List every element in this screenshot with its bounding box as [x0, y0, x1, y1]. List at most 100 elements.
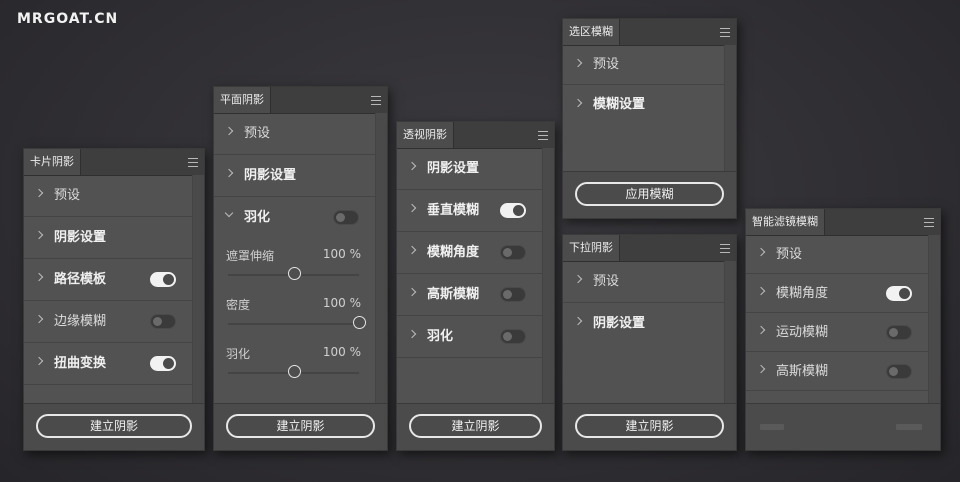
- panel-header: 平面阴影: [214, 87, 387, 114]
- panel-tab[interactable]: 下拉阴影: [563, 235, 620, 261]
- row-shadow-settings[interactable]: 阴影设置: [24, 217, 192, 259]
- row-preset[interactable]: 预设: [24, 175, 192, 217]
- create-shadow-button[interactable]: 建立阴影: [409, 414, 542, 438]
- row-feather[interactable]: 羽化: [397, 316, 542, 358]
- toggle-switch[interactable]: [500, 245, 526, 260]
- chevron-right-icon: [34, 230, 44, 240]
- row-shadow-settings[interactable]: 阴影设置: [397, 148, 542, 190]
- scrollbar[interactable]: [542, 148, 554, 404]
- scrollbar[interactable]: [375, 113, 387, 404]
- panel-smart-filter-blur: 智能滤镜模糊 预设 模糊角度 运动模糊 高斯模糊: [745, 208, 941, 451]
- toggle-switch[interactable]: [150, 272, 176, 287]
- row-blur-settings[interactable]: 模糊设置: [563, 85, 724, 125]
- row-blur-angle[interactable]: 模糊角度: [746, 274, 928, 313]
- panel-menu-icon[interactable]: [924, 218, 934, 227]
- slider-value: 100 %: [322, 345, 361, 359]
- create-shadow-button[interactable]: 建立阴影: [575, 414, 724, 438]
- chevron-right-icon: [756, 325, 766, 335]
- row-blur-angle[interactable]: 模糊角度: [397, 232, 542, 274]
- row-preset[interactable]: 预设: [563, 261, 724, 303]
- row-label: 预设: [776, 247, 803, 262]
- row-edge-blur[interactable]: 边缘模糊: [24, 301, 192, 343]
- row-preset[interactable]: 预设: [563, 45, 724, 85]
- row-path-template[interactable]: 路径模板: [24, 259, 192, 301]
- toggle-switch[interactable]: [886, 286, 912, 301]
- row-shadow-settings[interactable]: 阴影设置: [563, 303, 724, 345]
- panel-menu-icon[interactable]: [720, 28, 730, 37]
- toggle-switch[interactable]: [150, 314, 176, 329]
- chevron-right-icon: [34, 356, 44, 366]
- slider-value: 100 %: [322, 296, 361, 310]
- row-motion-blur[interactable]: 运动模糊: [746, 313, 928, 352]
- toggle-switch[interactable]: [886, 364, 912, 379]
- toggle-switch[interactable]: [886, 325, 912, 340]
- apply-blur-button[interactable]: 应用模糊: [575, 182, 724, 206]
- panel-footer: 建立阴影: [214, 403, 387, 450]
- slider-label: 密度: [226, 298, 251, 312]
- slider-thumb[interactable]: [353, 316, 366, 329]
- chevron-right-icon: [34, 188, 44, 198]
- chevron-right-icon: [756, 364, 766, 374]
- slider-value: 100 %: [322, 247, 361, 261]
- panel-header: 下拉阴影: [563, 235, 736, 262]
- slider-track[interactable]: [228, 316, 366, 329]
- toggle-switch[interactable]: [333, 210, 359, 225]
- chevron-right-icon: [407, 245, 417, 255]
- panel-menu-icon[interactable]: [371, 96, 381, 105]
- row-label: 路径模板: [54, 272, 107, 287]
- site-logo: MRGOAT.CN: [17, 11, 119, 27]
- row-feather[interactable]: 羽化: [214, 197, 375, 239]
- scrollbar[interactable]: [192, 175, 204, 404]
- row-vertical-blur[interactable]: 垂直模糊: [397, 190, 542, 232]
- panel-header: 透视阴影: [397, 122, 554, 149]
- slider-track[interactable]: [228, 267, 359, 280]
- chevron-right-icon: [407, 287, 417, 297]
- panel-footer: 建立阴影: [24, 403, 204, 450]
- toggle-switch[interactable]: [500, 203, 526, 218]
- row-label: 羽化: [244, 210, 271, 225]
- create-shadow-button[interactable]: 建立阴影: [36, 414, 192, 438]
- chevron-right-icon: [224, 168, 234, 178]
- panel-footer: 应用模糊: [563, 171, 736, 218]
- panel-flat-shadow: 平面阴影 预设 阴影设置 羽化 遮罩伸缩 100 % 密度 100 % 羽化 1…: [213, 86, 388, 451]
- scrollbar[interactable]: [724, 45, 736, 172]
- panel-perspective-shadow: 透视阴影 阴影设置 垂直模糊 模糊角度 高斯模糊 羽化 建立阴影: [396, 121, 555, 451]
- row-label: 模糊角度: [776, 286, 829, 301]
- chevron-right-icon: [756, 247, 766, 257]
- panel-tab[interactable]: 平面阴影: [214, 87, 271, 113]
- row-label: 预设: [244, 126, 271, 141]
- panel-menu-icon[interactable]: [188, 158, 198, 167]
- panel-footer: [746, 403, 940, 450]
- row-label: 模糊设置: [593, 97, 646, 112]
- row-label: 阴影设置: [54, 230, 107, 245]
- panel-menu-icon[interactable]: [720, 244, 730, 253]
- slider-density: 密度 100 %: [214, 288, 375, 336]
- toggle-switch[interactable]: [150, 356, 176, 371]
- panel-tab[interactable]: 智能滤镜模糊: [746, 209, 825, 235]
- row-gaussian-blur[interactable]: 高斯模糊: [746, 352, 928, 391]
- panel-tab[interactable]: 透视阴影: [397, 122, 454, 148]
- slider-thumb[interactable]: [287, 267, 301, 280]
- row-preset[interactable]: 预设: [746, 235, 928, 274]
- panel-tab[interactable]: 卡片阴影: [24, 149, 81, 175]
- panel-footer: 建立阴影: [397, 403, 554, 450]
- toggle-switch[interactable]: [500, 287, 526, 302]
- chevron-right-icon: [573, 98, 583, 108]
- toggle-switch[interactable]: [500, 329, 526, 344]
- row-distort[interactable]: 扭曲变换: [24, 343, 192, 385]
- row-shadow-settings[interactable]: 阴影设置: [214, 155, 375, 197]
- scrollbar[interactable]: [724, 261, 736, 404]
- row-preset[interactable]: 预设: [214, 113, 375, 155]
- slider-thumb[interactable]: [287, 365, 301, 378]
- panel-menu-icon[interactable]: [538, 131, 548, 140]
- panel-selection-blur: 选区模糊 预设 模糊设置 应用模糊: [562, 18, 737, 219]
- row-label: 扭曲变换: [54, 356, 107, 371]
- slider-track[interactable]: [228, 365, 359, 378]
- panel-header: 卡片阴影: [24, 149, 204, 176]
- row-gaussian-blur[interactable]: 高斯模糊: [397, 274, 542, 316]
- panel-tab[interactable]: 选区模糊: [563, 19, 620, 45]
- chevron-right-icon: [224, 126, 234, 136]
- create-shadow-button[interactable]: 建立阴影: [226, 414, 375, 438]
- scrollbar[interactable]: [928, 235, 940, 404]
- row-label: 预设: [593, 274, 620, 289]
